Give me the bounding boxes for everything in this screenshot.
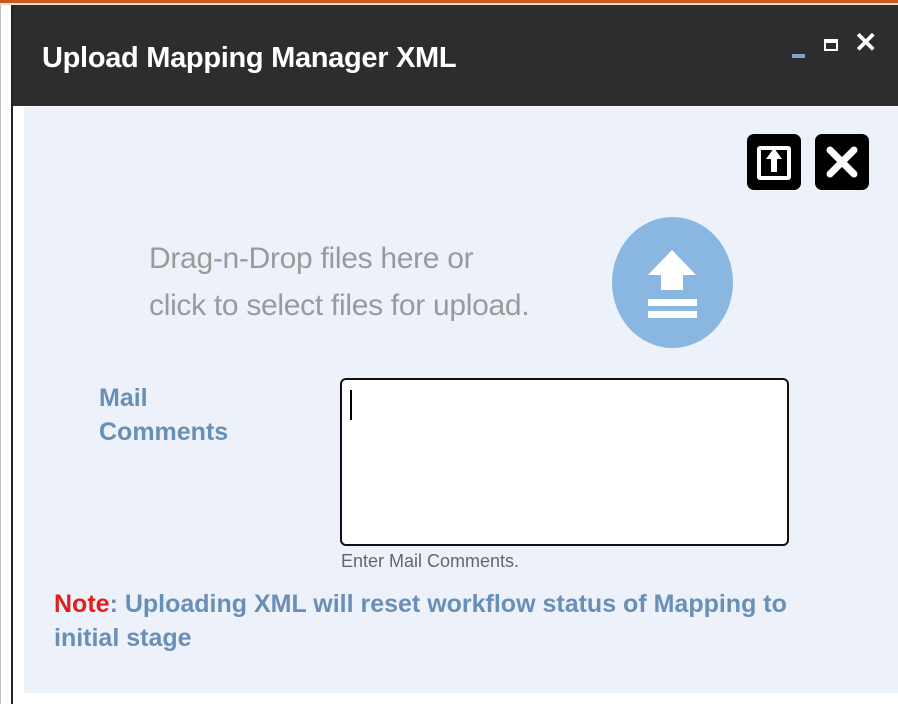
mail-comments-label: Mail Comments [99, 381, 228, 449]
upload-circle-icon[interactable] [612, 217, 733, 348]
dropzone-line1: Drag-n-Drop files here or [149, 242, 474, 275]
note-text: : Uploading XML will reset workflow stat… [54, 590, 787, 652]
background-edge [0, 5, 1, 704]
dialog-body: Drag-n-Drop files here or click to selec… [24, 107, 898, 693]
mail-label-line1: Mail [99, 384, 148, 412]
reset-note: Note: Uploading XML will reset workflow … [54, 587, 854, 655]
dialog-title: Upload Mapping Manager XML [42, 42, 457, 74]
upload-dialog: Upload Mapping Manager XML ✕ Drag-n-Drop… [11, 5, 898, 704]
upload-arrow-glyph [648, 250, 697, 318]
upload-arrow-icon [757, 146, 791, 180]
mail-label-line2: Comments [99, 418, 229, 446]
dialog-titlebar: Upload Mapping Manager XML ✕ [13, 5, 898, 106]
upload-button[interactable] [747, 134, 801, 190]
mail-comments-input[interactable] [340, 378, 789, 546]
maximize-icon[interactable] [824, 39, 838, 51]
note-label: Note [54, 590, 110, 618]
minimize-icon[interactable] [792, 54, 805, 58]
dropzone-line2: click to select files for upload. [149, 289, 530, 322]
text-caret [350, 390, 352, 420]
clear-button[interactable] [815, 134, 869, 190]
dropzone-text[interactable]: Drag-n-Drop files here or click to selec… [149, 235, 530, 329]
close-icon[interactable]: ✕ [854, 29, 877, 57]
close-icon [826, 146, 858, 178]
mail-comments-hint: Enter Mail Comments. [341, 551, 520, 571]
